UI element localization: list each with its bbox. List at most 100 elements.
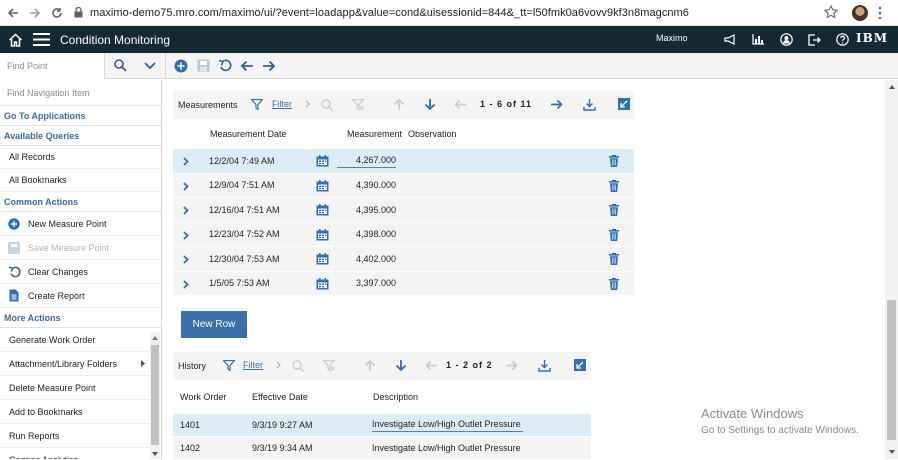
chevron-right-icon	[276, 361, 281, 369]
table-row[interactable]: 1401 9/3/19 9:27 AM Investigate Low/High O…	[173, 414, 591, 437]
calendar-icon[interactable]	[316, 228, 329, 241]
scroll-down-arrow-icon[interactable]	[152, 452, 158, 456]
next-record-arrow-icon[interactable]	[258, 55, 280, 77]
forward-icon[interactable]	[26, 4, 44, 22]
bookmark-star-icon[interactable]	[824, 5, 838, 19]
table-row[interactable]: 1/5/05 7:53 AM 3,397.000	[173, 271, 634, 296]
activate-windows-subtitle: Go to Settings to activate Windows.	[701, 425, 859, 436]
calendar-icon[interactable]	[316, 204, 329, 216]
collapse-table-icon[interactable]	[574, 359, 586, 371]
table-row[interactable]: 12/2/04 7:49 AM 4,267.000	[173, 149, 634, 174]
find-point-input[interactable]: Find Point	[0, 52, 105, 79]
delete-row-trash-icon[interactable]	[609, 277, 619, 290]
action-create-report[interactable]: Create Report	[0, 284, 161, 308]
expand-row-chevron-icon[interactable]	[183, 255, 189, 264]
download-icon[interactable]	[583, 98, 596, 111]
calendar-icon[interactable]	[316, 179, 329, 192]
expand-row-chevron-icon[interactable]	[183, 279, 189, 289]
table-row[interactable]: 12/9/04 7:51 AM 4,390.000	[173, 173, 634, 198]
find-navigation-input[interactable]: Find Navigation Item	[0, 80, 161, 106]
collapse-table-icon[interactable]	[618, 98, 630, 110]
measurement-value: 4,390.000	[355, 180, 396, 191]
new-record-icon[interactable]	[170, 55, 192, 77]
arrow-down-icon[interactable]	[424, 98, 436, 111]
table-row[interactable]: 1402 9/3/19 9:34 AM Investigate Low/High O…	[173, 437, 591, 460]
action-new-measure-point[interactable]: New Measure Point	[0, 212, 161, 236]
browser-menu-icon[interactable]	[878, 6, 882, 20]
address-bar[interactable]: maximo-demo75.mro.com/maximo/ui/?event=l…	[74, 3, 689, 23]
column-header-observation[interactable]: Observation	[408, 129, 457, 139]
query-all-records[interactable]: All Records	[0, 146, 161, 169]
table-row[interactable]: 12/23/04 7:52 AM 4,398.000	[173, 222, 634, 247]
back-icon[interactable]	[4, 4, 22, 22]
query-all-bookmarks[interactable]: All Bookmarks	[0, 169, 161, 192]
chevron-down-icon[interactable]	[139, 55, 161, 77]
expand-row-chevron-icon[interactable]	[183, 206, 189, 215]
arrow-down-icon[interactable]	[395, 359, 407, 372]
measurement-value: 4,398.000	[355, 229, 396, 240]
main-toolbar: Find Point	[0, 52, 898, 79]
action-add-to-bookmarks[interactable]: Add to Bookmarks	[0, 400, 150, 424]
measurement-value[interactable]: 4,267.000	[337, 155, 396, 168]
chevron-right-icon	[305, 100, 310, 108]
expand-row-chevron-icon[interactable]	[183, 230, 189, 240]
search-icon	[321, 99, 333, 111]
reload-icon[interactable]	[48, 4, 66, 22]
measurement-date: 12/30/04 7:53 AM	[209, 253, 280, 264]
filter-link[interactable]: Filter	[243, 360, 263, 370]
calendar-icon[interactable]	[316, 155, 329, 167]
filter-icon[interactable]	[223, 360, 235, 371]
history-table-toolbar: History Filter 1 - 2 of 2	[173, 352, 591, 380]
reports-chart-icon[interactable]	[744, 32, 772, 47]
announcement-icon[interactable]	[716, 32, 744, 47]
content-scroll-thumb[interactable]	[887, 300, 896, 440]
clear-filter-icon	[352, 99, 364, 111]
delete-row-trash-icon[interactable]	[609, 155, 619, 167]
expand-row-chevron-icon[interactable]	[183, 181, 189, 191]
table-row[interactable]: 12/30/04 7:53 AM 4,402.000	[173, 247, 634, 272]
action-label: Create Report	[28, 290, 85, 301]
action-delete-measure-point[interactable]: Delete Measure Point	[0, 376, 150, 400]
scroll-down-arrow-icon[interactable]	[889, 450, 895, 454]
plus-circle-icon	[7, 217, 21, 231]
action-attachment-library-folders[interactable]: Attachment/Library Folders	[0, 352, 150, 376]
sidebar-scroll-thumb[interactable]	[151, 345, 159, 445]
previous-record-arrow-icon[interactable]	[236, 55, 258, 77]
column-header-measurement[interactable]: Measurement	[347, 129, 402, 139]
table-row[interactable]: 12/16/04 7:51 AM 4,395.000	[173, 198, 634, 223]
scroll-up-arrow-icon[interactable]	[152, 336, 158, 340]
home-icon[interactable]	[8, 32, 23, 47]
help-icon[interactable]	[828, 32, 856, 47]
filter-link[interactable]: Filter	[272, 99, 292, 109]
action-run-reports[interactable]: Run Reports	[0, 424, 150, 448]
profile-avatar[interactable]	[852, 5, 868, 21]
hamburger-menu-icon[interactable]	[33, 33, 50, 46]
next-page-icon[interactable]	[550, 99, 563, 110]
column-header-description[interactable]: Description	[373, 392, 418, 402]
undo-icon[interactable]	[214, 55, 236, 77]
go-to-applications-link[interactable]: Go To Applications	[0, 106, 161, 126]
expand-row-chevron-icon[interactable]	[183, 157, 189, 166]
description[interactable]: Investigate Low/High Outlet Pressure	[372, 419, 523, 432]
action-generate-work-order[interactable]: Generate Work Order	[0, 328, 150, 352]
column-header-effective-date[interactable]: Effective Date	[252, 392, 308, 402]
user-profile-icon[interactable]	[772, 32, 800, 47]
download-icon[interactable]	[538, 359, 551, 372]
filter-icon[interactable]	[251, 99, 263, 110]
undo-icon	[7, 265, 21, 279]
delete-row-trash-icon[interactable]	[609, 179, 619, 192]
action-cognos-analytics[interactable]: Cognos Analytics	[0, 448, 150, 460]
calendar-icon[interactable]	[316, 253, 329, 265]
scroll-up-arrow-icon[interactable]	[889, 85, 895, 89]
new-row-button[interactable]: New Row	[181, 311, 247, 338]
column-header-date[interactable]: Measurement Date	[210, 129, 287, 139]
delete-row-trash-icon[interactable]	[609, 253, 619, 265]
action-clear-changes[interactable]: Clear Changes	[0, 260, 161, 284]
search-icon[interactable]	[109, 55, 131, 77]
column-header-work-order[interactable]: Work Order	[180, 392, 226, 402]
url-text: maximo-demo75.mro.com/maximo/ui/?event=l…	[90, 6, 689, 19]
delete-row-trash-icon[interactable]	[609, 228, 619, 241]
sign-out-icon[interactable]	[800, 32, 828, 47]
delete-row-trash-icon[interactable]	[609, 204, 619, 216]
calendar-icon[interactable]	[316, 277, 329, 290]
